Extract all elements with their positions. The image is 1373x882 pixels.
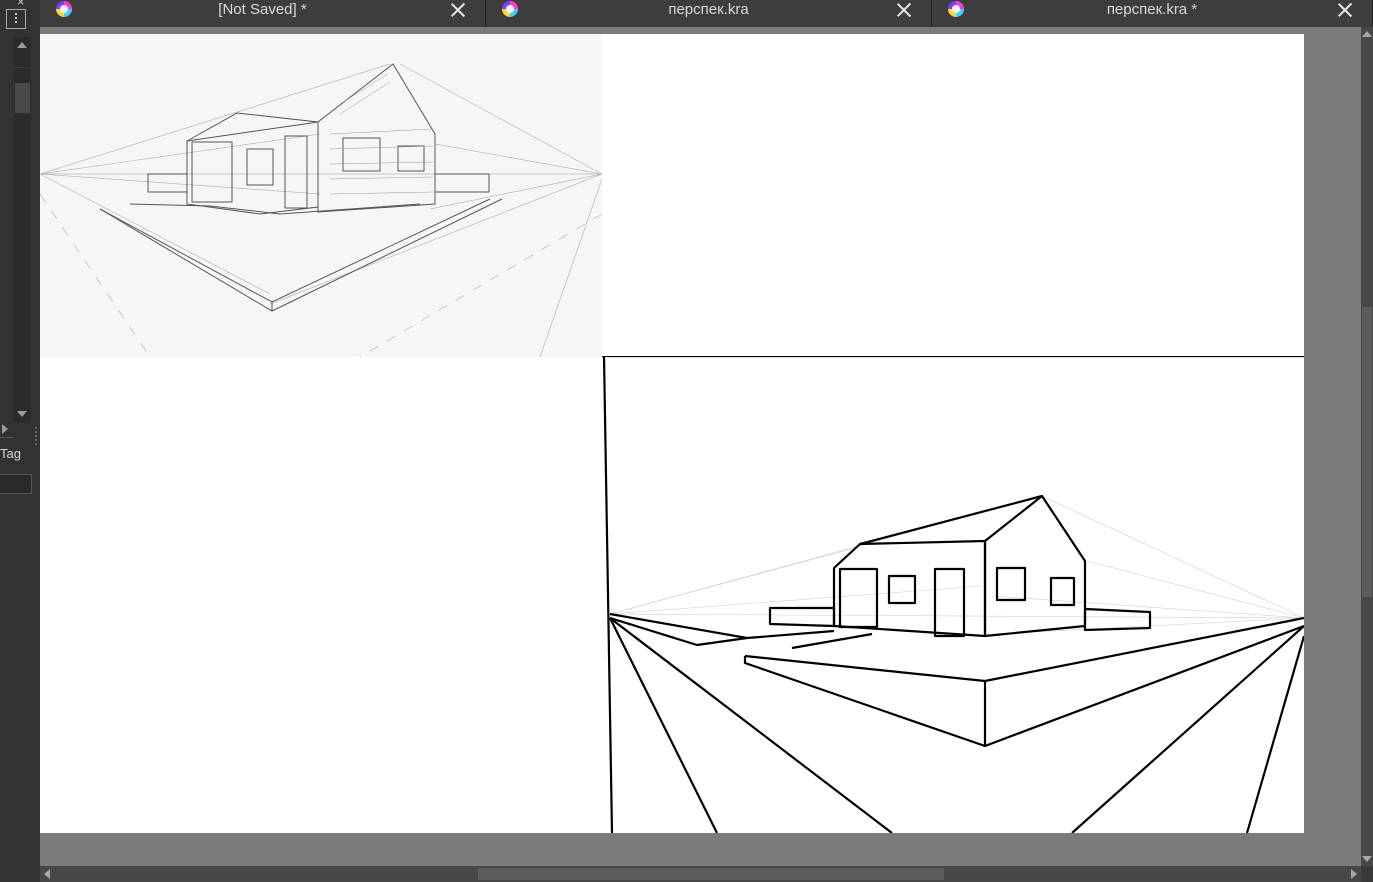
scroll-down-arrow-icon[interactable] (1362, 856, 1372, 862)
tab-not-saved[interactable]: [Not Saved] * (40, 0, 486, 27)
perspective-lineart-drawing (602, 356, 1304, 833)
horizontal-scrollbar-thumb[interactable] (478, 868, 944, 880)
tag-label: Tag (0, 446, 21, 461)
document-tab-bar: [Not Saved] * перспек.kra перспек.kra * (40, 0, 1373, 27)
scroll-right-arrow-icon[interactable] (1351, 869, 1357, 879)
tab-perspek[interactable]: перспек.kra (486, 0, 932, 27)
tab-perspek-modified[interactable]: перспек.kra * (932, 0, 1373, 27)
canvas-page[interactable] (40, 34, 1304, 833)
expand-right-arrow-icon[interactable] (2, 424, 8, 434)
vertical-scrollbar-thumb[interactable] (1362, 307, 1372, 597)
close-tab-icon[interactable] (449, 1, 467, 19)
vertical-scrollbar[interactable] (1361, 27, 1373, 866)
docker-scrollbar[interactable] (14, 37, 31, 422)
scroll-up-arrow-icon[interactable] (1362, 31, 1372, 37)
tab-title: перспек.kra (668, 1, 749, 18)
tab-title: [Not Saved] * (218, 1, 307, 18)
horizontal-scrollbar[interactable] (40, 866, 1361, 882)
scroll-down-arrow-icon[interactable] (17, 411, 27, 417)
scroll-left-arrow-icon[interactable] (44, 869, 50, 879)
left-docker-panel: × Tag (0, 0, 40, 882)
scrollbar-divider (14, 67, 31, 68)
scrollbar-corner (1361, 866, 1373, 882)
close-tab-icon[interactable] (895, 1, 913, 19)
docker-separator (0, 437, 14, 438)
scrollbar-thumb[interactable] (15, 83, 30, 113)
scroll-up-arrow-icon[interactable] (17, 42, 27, 48)
canvas-viewport[interactable] (40, 27, 1361, 866)
docker-close-icon[interactable]: × (17, 0, 25, 9)
tab-title: перспек.kra * (1106, 1, 1198, 18)
docker-menu-button[interactable] (6, 9, 26, 29)
reference-sketch-image (40, 34, 602, 357)
close-tab-icon[interactable] (1336, 1, 1354, 19)
tag-input[interactable] (0, 474, 32, 494)
